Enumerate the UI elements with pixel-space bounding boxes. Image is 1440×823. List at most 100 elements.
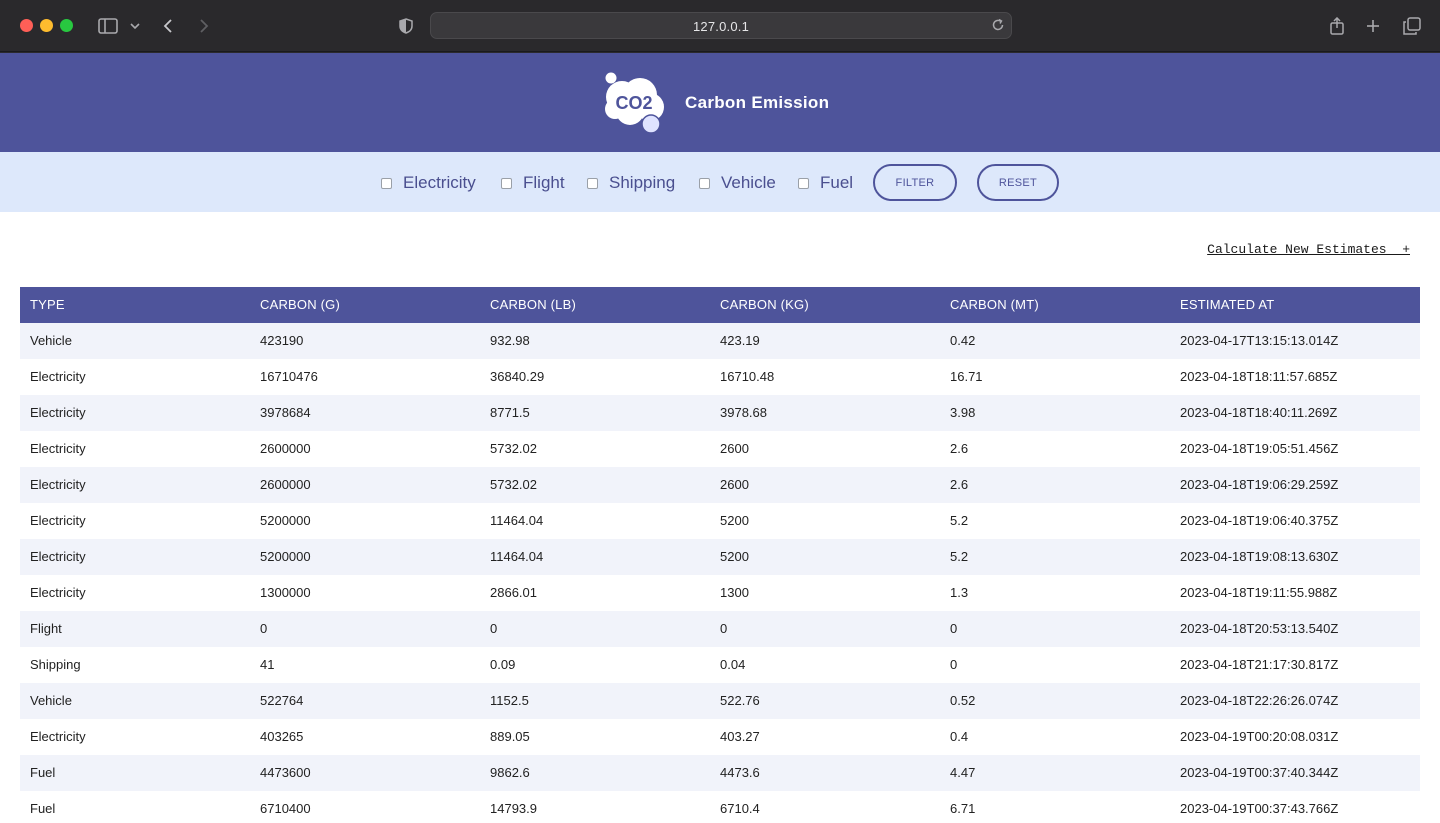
co2-logo-icon: CO2 (600, 69, 670, 135)
chevron-down-icon[interactable] (128, 14, 142, 38)
address-bar[interactable]: 127.0.0.1 (430, 12, 1012, 39)
forward-icon[interactable] (196, 14, 212, 38)
table-cell: 36840.29 (490, 369, 545, 384)
url-text: 127.0.0.1 (692, 19, 749, 34)
table-cell: 2.6 (950, 441, 969, 456)
table-cell: 932.98 (490, 333, 530, 348)
table-cell: 2023-04-18T19:05:51.456Z (1180, 441, 1339, 456)
table-row[interactable]: Electricity 5200000 11464.04 5200 5.2 2023-04… (20, 539, 1420, 575)
table-cell: 0 (950, 657, 958, 672)
filter-label: Flight (523, 173, 565, 192)
filter-label: Shipping (609, 173, 676, 192)
table-cell: 0.09 (490, 657, 516, 672)
table-cell: Vehicle (30, 333, 72, 348)
column-header[interactable]: TYPE (20, 287, 250, 323)
fuel-checkbox[interactable] (798, 177, 809, 189)
table-row[interactable]: Electricity 16710476 36840.29 16710.48 16.71… (20, 359, 1420, 395)
table-cell: 0.04 (720, 657, 746, 672)
co2-logo-text: CO2 (615, 93, 652, 113)
table-cell: Electricity (30, 441, 86, 456)
emissions-table: TYPE CARBON (G) CARBON (LB) CARBON (KG) … (20, 287, 1420, 823)
filter-label: Fuel (820, 173, 854, 192)
sidebar-icon[interactable] (97, 14, 119, 38)
flight-checkbox[interactable] (501, 177, 512, 189)
table-cell: Electricity (30, 369, 86, 384)
table-row[interactable]: Vehicle 522764 1152.5 522.76 0.52 2023-04-18T… (20, 683, 1420, 719)
table-row[interactable]: Fuel 6710400 14793.9 6710.4 6.71 2023-04-19T0… (20, 791, 1420, 823)
new-tab-icon[interactable] (1364, 14, 1382, 38)
reload-icon[interactable] (991, 18, 1005, 37)
filter-flight[interactable]: Flight (501, 172, 565, 194)
table-cell: Electricity (30, 477, 86, 492)
table-row[interactable]: Electricity 1300000 2866.01 1300 1.3 2023-04-… (20, 575, 1420, 611)
table-cell: 2023-04-17T13:15:13.014Z (1180, 333, 1339, 348)
table-cell: 5.2 (950, 513, 969, 528)
table-cell: 2023-04-19T00:37:40.344Z (1180, 765, 1339, 780)
table-cell: 2023-04-18T19:11:55.988Z (1180, 585, 1338, 600)
table-cell: 5732.02 (490, 441, 537, 456)
table-row[interactable]: Vehicle 423190 932.98 423.19 0.42 2023-04-17T… (20, 323, 1420, 359)
reset-button[interactable]: RESET (977, 164, 1059, 201)
share-icon[interactable] (1328, 14, 1346, 38)
minimize-window-button[interactable] (40, 19, 53, 32)
table-cell: 14793.9 (490, 801, 537, 816)
filter-fuel[interactable]: Fuel (798, 172, 853, 194)
column-header[interactable]: CARBON (KG) (710, 287, 940, 323)
table-cell: Vehicle (30, 693, 72, 708)
table-header: TYPE CARBON (G) CARBON (LB) CARBON (KG) … (20, 287, 1420, 323)
table-cell: 5200000 (260, 549, 311, 564)
table-cell: 0 (260, 621, 268, 636)
table-row[interactable]: Electricity 3978684 8771.5 3978.68 3.98 2023-… (20, 395, 1420, 431)
filter-button[interactable]: FILTER (873, 164, 957, 201)
table-cell: 2600 (720, 477, 749, 492)
table-row[interactable]: Shipping 41 0.09 0.04 0 2023-04-18T21:17:30.8… (20, 647, 1420, 683)
table-cell: 0.52 (950, 693, 976, 708)
table-cell: 8771.5 (490, 405, 530, 420)
column-header[interactable]: CARBON (MT) (940, 287, 1170, 323)
table-cell: 3.98 (950, 405, 976, 420)
table-cell: 2600 (720, 441, 749, 456)
table-cell: Fuel (30, 765, 56, 780)
table-cell: 5200 (720, 549, 749, 564)
back-icon[interactable] (160, 14, 176, 38)
tab-overview-icon[interactable] (1402, 14, 1422, 38)
table-cell: 2866.01 (490, 585, 537, 600)
table-cell: 4.47 (950, 765, 976, 780)
table-cell: 403.27 (720, 729, 760, 744)
table-cell: 16.71 (950, 369, 983, 384)
table-cell: 0 (950, 621, 958, 636)
table-row[interactable]: Electricity 403265 889.05 403.27 0.4 2023-04-… (20, 719, 1420, 755)
close-window-button[interactable] (20, 19, 33, 32)
table-cell: 5200 (720, 513, 749, 528)
table-cell: 4473600 (260, 765, 311, 780)
table-row[interactable]: Electricity 5200000 11464.04 5200 5.2 2023-04… (20, 503, 1420, 539)
table-cell: 11464.04 (490, 549, 544, 564)
table-cell: 2023-04-19T00:37:43.766Z (1180, 801, 1339, 816)
table-cell: 522764 (260, 693, 304, 708)
column-header[interactable]: CARBON (LB) (480, 287, 710, 323)
table-row[interactable]: Flight 0 0 0 0 2023-04-18T20:53:13.540Z (20, 611, 1420, 647)
column-header[interactable]: CARBON (G) (250, 287, 480, 323)
filter-bar: Electricity Flight Shipping Vehicle Fuel… (0, 152, 1440, 212)
vehicle-checkbox[interactable] (699, 177, 710, 189)
table-cell: 423190 (260, 333, 304, 348)
filter-shipping[interactable]: Shipping (587, 172, 675, 194)
table-cell: 11464.04 (490, 513, 544, 528)
table-cell: Fuel (30, 801, 56, 816)
electricity-checkbox[interactable] (381, 177, 392, 189)
shipping-checkbox[interactable] (587, 177, 598, 189)
table-cell: Electricity (30, 585, 86, 600)
calculate-new-estimates-link[interactable]: Calculate New Estimates + (1207, 242, 1410, 257)
filter-electricity[interactable]: Electricity (381, 172, 476, 194)
table-row[interactable]: Fuel 4473600 9862.6 4473.6 4.47 2023-04-19T00… (20, 755, 1420, 791)
table-row[interactable]: Electricity 2600000 5732.02 2600 2.6 2023-04-… (20, 431, 1420, 467)
column-header[interactable]: ESTIMATED AT (1170, 287, 1420, 323)
zoom-window-button[interactable] (60, 19, 73, 32)
table-cell: 4473.6 (720, 765, 760, 780)
privacy-shield-icon[interactable] (397, 14, 415, 38)
table-row[interactable]: Electricity 2600000 5732.02 2600 2.6 2023-04-… (20, 467, 1420, 503)
filter-vehicle[interactable]: Vehicle (699, 172, 776, 194)
table-cell: 2023-04-18T19:06:29.259Z (1180, 477, 1339, 492)
table-cell: 0 (490, 621, 498, 636)
browser-toolbar: 127.0.0.1 (0, 0, 1440, 52)
